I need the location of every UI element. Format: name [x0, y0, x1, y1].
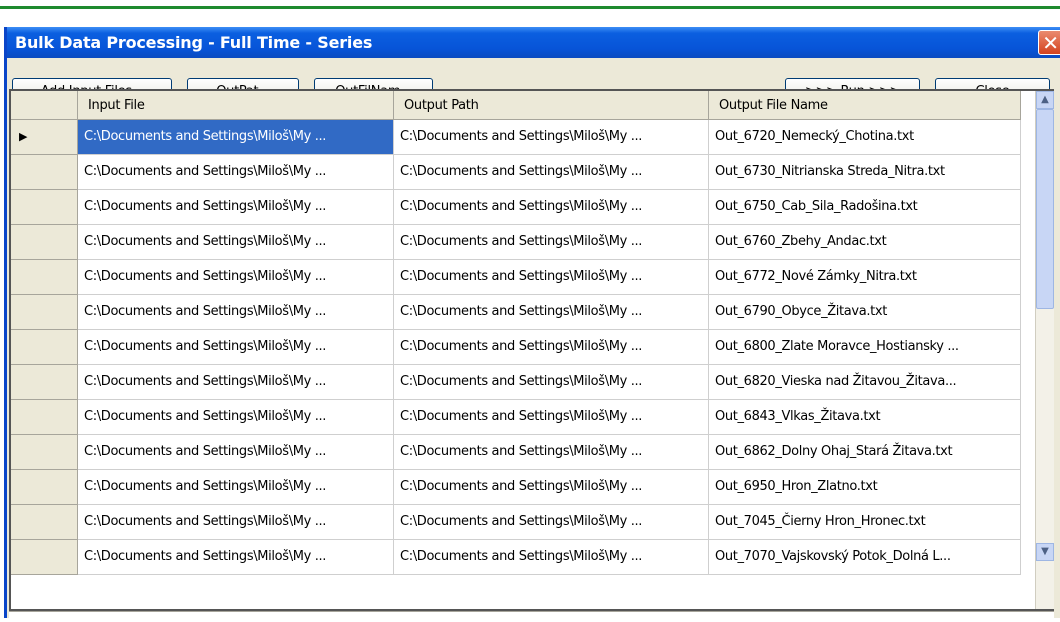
- cell-output-path[interactable]: C:\Documents and Settings\Miloš\My ...: [394, 120, 709, 155]
- cell-output-file-name[interactable]: Out_6862_Dolny Ohaj_Stará Žitava.txt: [709, 435, 1021, 470]
- cell-output-path[interactable]: C:\Documents and Settings\Miloš\My ...: [394, 295, 709, 330]
- cell-input-file[interactable]: C:\Documents and Settings\Miloš\My ...: [78, 400, 394, 435]
- current-row-marker-icon: ▶: [19, 130, 28, 143]
- cell-output-file-name[interactable]: Out_7045_Čierny Hron_Hronec.txt: [709, 505, 1021, 540]
- cell-input-file[interactable]: C:\Documents and Settings\Miloš\My ...: [78, 435, 394, 470]
- row-header[interactable]: [11, 400, 78, 435]
- window-close-icon[interactable]: ✕: [1038, 30, 1060, 55]
- status-area: [9, 611, 1054, 622]
- cell-input-file[interactable]: C:\Documents and Settings\Miloš\My ...: [78, 120, 394, 155]
- cell-output-path[interactable]: C:\Documents and Settings\Miloš\My ...: [394, 225, 709, 260]
- row-header[interactable]: [11, 260, 78, 295]
- title-bar[interactable]: Bulk Data Processing - Full Time - Serie…: [7, 27, 1060, 58]
- row-header[interactable]: [11, 365, 78, 400]
- row-header[interactable]: [11, 470, 78, 505]
- cell-output-file-name[interactable]: Out_6750_Cab_Sila_Radošina.txt: [709, 190, 1021, 225]
- column-header-output-file-name[interactable]: Output File Name: [709, 91, 1021, 120]
- cell-output-path[interactable]: C:\Documents and Settings\Miloš\My ...: [394, 435, 709, 470]
- column-header-output-path[interactable]: Output Path: [394, 91, 709, 120]
- cell-output-path[interactable]: C:\Documents and Settings\Miloš\My ...: [394, 400, 709, 435]
- row-header[interactable]: [11, 330, 78, 365]
- cell-output-file-name[interactable]: Out_7070_Vajskovský Potok_Dolná L...: [709, 540, 1021, 575]
- row-header[interactable]: [11, 505, 78, 540]
- cell-output-path[interactable]: C:\Documents and Settings\Miloš\My ...: [394, 365, 709, 400]
- scroll-up-icon[interactable]: ▲: [1036, 91, 1054, 109]
- cell-output-path[interactable]: C:\Documents and Settings\Miloš\My ...: [394, 155, 709, 190]
- cell-input-file[interactable]: C:\Documents and Settings\Miloš\My ...: [78, 365, 394, 400]
- cell-output-file-name[interactable]: Out_6800_Zlate Moravce_Hostiansky ...: [709, 330, 1021, 365]
- cell-output-path[interactable]: C:\Documents and Settings\Miloš\My ...: [394, 505, 709, 540]
- cell-output-file-name[interactable]: Out_6790_Obyce_Žitava.txt: [709, 295, 1021, 330]
- cell-output-path[interactable]: C:\Documents and Settings\Miloš\My ...: [394, 260, 709, 295]
- row-header[interactable]: [11, 190, 78, 225]
- cell-output-file-name[interactable]: Out_6730_Nitrianska Streda_Nitra.txt: [709, 155, 1021, 190]
- cell-input-file[interactable]: C:\Documents and Settings\Miloš\My ...: [78, 540, 394, 575]
- cell-input-file[interactable]: C:\Documents and Settings\Miloš\My ...: [78, 505, 394, 540]
- column-header-input-file[interactable]: Input File: [78, 91, 394, 120]
- cell-input-file[interactable]: C:\Documents and Settings\Miloš\My ...: [78, 330, 394, 365]
- cell-input-file[interactable]: C:\Documents and Settings\Miloš\My ...: [78, 190, 394, 225]
- cell-input-file[interactable]: C:\Documents and Settings\Miloš\My ...: [78, 155, 394, 190]
- top-accent-line: [0, 6, 1060, 9]
- cell-input-file[interactable]: C:\Documents and Settings\Miloš\My ...: [78, 470, 394, 505]
- row-header[interactable]: [11, 225, 78, 260]
- cell-input-file[interactable]: C:\Documents and Settings\Miloš\My ...: [78, 295, 394, 330]
- cell-output-path[interactable]: C:\Documents and Settings\Miloš\My ...: [394, 470, 709, 505]
- vertical-scrollbar[interactable]: ▲ ▼: [1035, 91, 1054, 609]
- row-header[interactable]: [11, 155, 78, 190]
- cell-output-path[interactable]: C:\Documents and Settings\Miloš\My ...: [394, 330, 709, 365]
- cell-input-file[interactable]: C:\Documents and Settings\Miloš\My ...: [78, 260, 394, 295]
- cell-output-file-name[interactable]: Out_6772_Nové Zámky_Nitra.txt: [709, 260, 1021, 295]
- cell-output-file-name[interactable]: Out_6760_Zbehy_Andac.txt: [709, 225, 1021, 260]
- cell-output-path[interactable]: C:\Documents and Settings\Miloš\My ...: [394, 190, 709, 225]
- cell-output-file-name[interactable]: Out_6820_Vieska nad Žitavou_Žitava...: [709, 365, 1021, 400]
- cell-input-file[interactable]: C:\Documents and Settings\Miloš\My ...: [78, 225, 394, 260]
- grid-corner-header: [11, 91, 78, 120]
- files-grid[interactable]: Input File Output Path Output File Name …: [9, 89, 1054, 611]
- window-title: Bulk Data Processing - Full Time - Serie…: [15, 33, 373, 52]
- row-header[interactable]: ▶: [11, 120, 78, 155]
- cell-output-file-name[interactable]: Out_6843_Vlkas_Žitava.txt: [709, 400, 1021, 435]
- scroll-down-icon[interactable]: ▼: [1036, 543, 1054, 561]
- cell-output-file-name[interactable]: Out_6720_Nemecký_Chotina.txt: [709, 120, 1021, 155]
- row-header[interactable]: [11, 295, 78, 330]
- cell-output-file-name[interactable]: Out_6950_Hron_Zlatno.txt: [709, 470, 1021, 505]
- scrollbar-thumb[interactable]: [1036, 109, 1054, 309]
- row-header[interactable]: [11, 435, 78, 470]
- row-header[interactable]: [11, 540, 78, 575]
- cell-output-path[interactable]: C:\Documents and Settings\Miloš\My ...: [394, 540, 709, 575]
